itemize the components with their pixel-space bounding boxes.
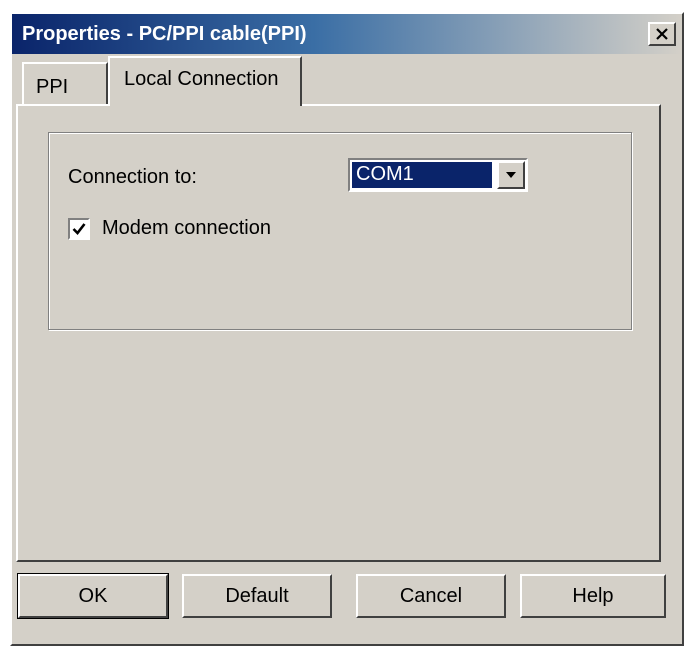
tab-ppi-label: PPI <box>36 76 69 98</box>
tab-ppi[interactable]: PPI <box>22 62 108 104</box>
modem-connection-checkbox[interactable] <box>68 218 90 240</box>
ok-button[interactable]: OK <box>17 573 169 619</box>
dropdown-button[interactable] <box>497 161 525 189</box>
chevron-down-icon <box>506 172 516 178</box>
cancel-button[interactable]: Cancel <box>356 574 506 618</box>
close-button[interactable] <box>648 22 676 46</box>
default-button[interactable]: Default <box>182 574 332 618</box>
close-icon <box>656 28 668 40</box>
connection-to-label: Connection to: <box>68 166 197 188</box>
checkmark-icon <box>72 223 86 235</box>
connection-port-value: COM1 <box>352 162 492 188</box>
title-bar[interactable]: Properties - PC/PPI cable(PPI) <box>12 14 682 54</box>
connection-port-select[interactable]: COM1 <box>348 158 528 192</box>
tab-local-connection-label: Local Connection <box>124 68 279 90</box>
help-button[interactable]: Help <box>520 574 666 618</box>
tab-local-connection[interactable]: Local Connection <box>108 56 302 106</box>
window-title: Properties - PC/PPI cable(PPI) <box>22 23 307 45</box>
modem-connection-label: Modem connection <box>102 217 271 239</box>
